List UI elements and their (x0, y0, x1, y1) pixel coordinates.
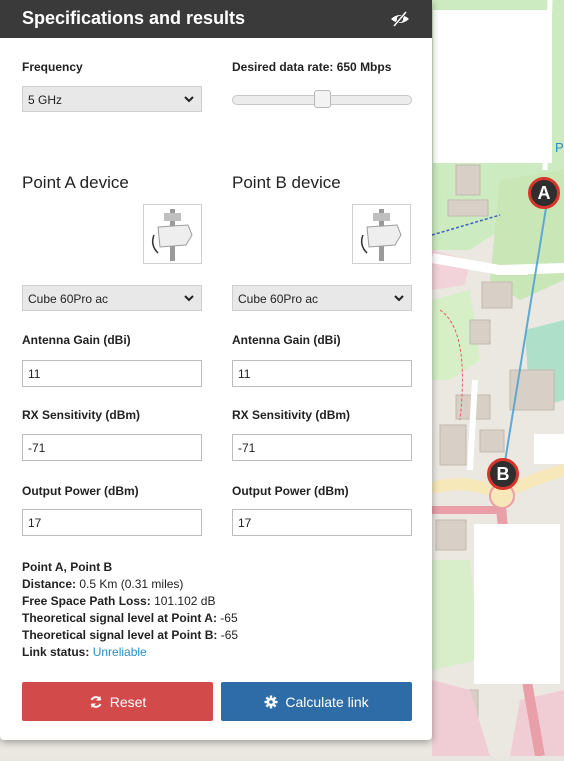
point-a-device-image (143, 204, 202, 264)
panel-title: Specifications and results (22, 8, 246, 28)
result-fspl-value: 101.102 dB (154, 594, 216, 608)
reset-button-label: Reset (109, 693, 147, 710)
result-signal-b-label: Theoretical signal level at Point B: (22, 628, 218, 642)
point-b-antenna-gain-label: Antenna Gain (dBi) (232, 333, 341, 347)
point-b-power-input[interactable]: 17 (232, 509, 412, 536)
data-rate-label: Desired data rate: 650 Mbps (232, 60, 392, 74)
eye-slash-icon[interactable] (390, 10, 410, 28)
map-corner-text: P (555, 140, 564, 155)
result-distance-value: 0.5 Km (0.31 miles) (79, 577, 184, 591)
point-a-antenna-gain-label: Antenna Gain (dBi) (22, 333, 131, 347)
point-b-antenna-gain-input[interactable]: 11 (232, 360, 412, 387)
point-a-device-value: Cube 60Pro ac (28, 292, 109, 306)
calculate-link-button-label: Calculate link (285, 693, 369, 710)
point-a-heading: Point A device (22, 173, 129, 192)
chevron-down-icon (394, 295, 404, 302)
result-signal-b: Theoretical signal level at Point B: -65 (22, 628, 238, 642)
point-b-device-image (352, 204, 411, 264)
point-b-rx-label: RX Sensitivity (dBm) (232, 408, 351, 422)
point-a-power-label: Output Power (dBm) (22, 484, 139, 498)
chevron-down-icon (184, 295, 194, 302)
result-fspl-label: Free Space Path Loss: (22, 594, 151, 608)
result-signal-a-label: Theoretical signal level at Point A: (22, 611, 217, 625)
result-fspl: Free Space Path Loss: 101.102 dB (22, 594, 215, 608)
frequency-label: Frequency (22, 60, 83, 74)
calculate-link-button[interactable]: Calculate link (221, 682, 412, 721)
map-blank-tile (474, 524, 560, 684)
result-distance-label: Distance: (22, 577, 77, 591)
result-distance: Distance: 0.5 Km (0.31 miles) (22, 577, 183, 591)
reset-button[interactable]: Reset (22, 682, 213, 721)
map-blank-tile (433, 10, 552, 163)
point-b-device-value: Cube 60Pro ac (238, 292, 319, 306)
point-a-device-select[interactable]: Cube 60Pro ac (22, 285, 202, 311)
result-signal-a-value: -65 (220, 611, 238, 625)
frequency-select-value: 5 GHz (28, 93, 63, 107)
frequency-select[interactable]: 5 GHz (22, 86, 202, 112)
point-a-rx-input[interactable]: -71 (22, 434, 202, 461)
result-link-status: Link status: Unreliable (22, 645, 147, 659)
point-a-rx-label: RX Sensitivity (dBm) (22, 408, 141, 422)
point-b-marker[interactable]: B (487, 458, 519, 490)
gear-icon (264, 695, 278, 708)
point-b-device-select[interactable]: Cube 60Pro ac (232, 285, 412, 311)
point-b-heading: Point B device (232, 173, 341, 192)
point-a-power-input[interactable]: 17 (22, 509, 202, 536)
point-a-marker[interactable]: A (528, 177, 560, 209)
result-signal-b-value: -65 (220, 628, 239, 642)
result-link-status-value[interactable]: Unreliable (93, 645, 147, 659)
point-b-rx-input[interactable]: -71 (232, 434, 412, 461)
result-signal-a: Theoretical signal level at Point A: -65 (22, 611, 238, 625)
refresh-icon (90, 695, 102, 708)
map-blank-tile (534, 434, 564, 464)
map-road-label (496, 265, 528, 275)
result-link-status-label: Link status: (22, 645, 90, 659)
point-b-power-label: Output Power (dBm) (232, 484, 349, 498)
data-rate-slider-handle[interactable] (313, 90, 331, 108)
panel-header: Specifications and results (0, 0, 432, 38)
chevron-down-icon (184, 96, 194, 103)
point-a-antenna-gain-input[interactable]: 11 (22, 360, 202, 387)
specifications-panel: Specifications and results Frequency 5 G… (0, 0, 432, 740)
results-title: Point A, Point B (22, 560, 113, 574)
